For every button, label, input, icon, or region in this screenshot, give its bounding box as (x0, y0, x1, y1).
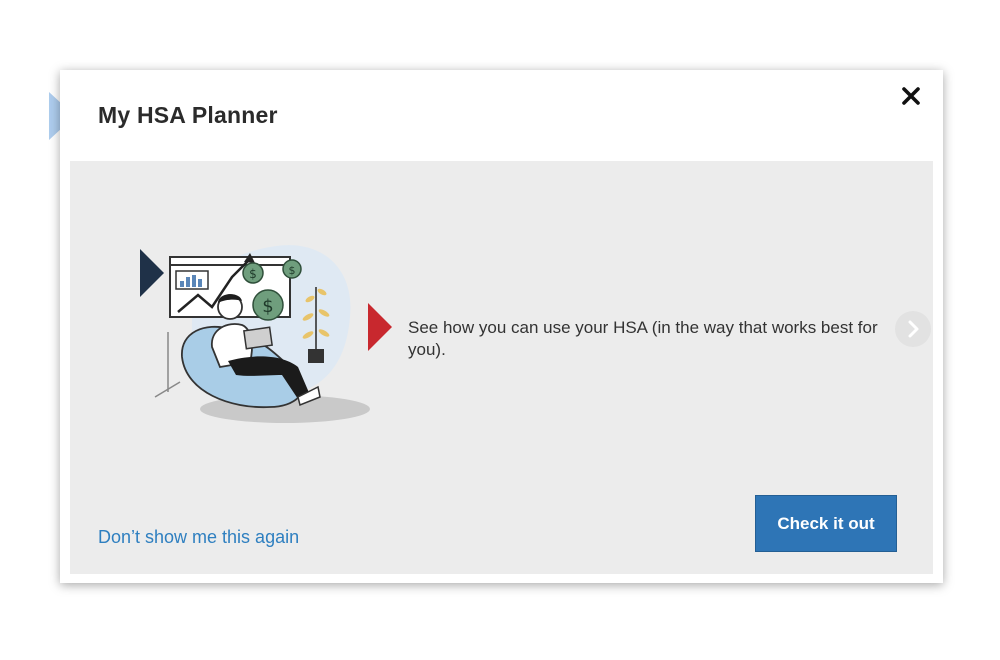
close-button[interactable] (897, 82, 925, 110)
svg-text:$: $ (249, 267, 257, 281)
chevron-right-icon (908, 320, 919, 338)
hsa-planner-dialog: My HSA Planner $ $ $ See how you can use… (60, 70, 943, 583)
carousel-slide: $ $ $ See how you can use your HSA (in t… (70, 161, 933, 574)
dont-show-again-link[interactable]: Don’t show me this again (98, 527, 299, 548)
svg-text:$: $ (262, 296, 273, 317)
svg-text:$: $ (289, 264, 296, 277)
slide-description: See how you can use your HSA (in the way… (408, 318, 878, 359)
close-icon (902, 87, 920, 105)
page-stage: My HSA Planner $ $ $ See how you can use… (0, 0, 1000, 660)
person-with-laptop-illustration: $ $ $ (154, 245, 370, 423)
description-marker-arrow (368, 303, 392, 351)
next-slide-button[interactable] (895, 311, 931, 347)
check-it-out-button[interactable]: Check it out (755, 495, 897, 552)
dialog-title: My HSA Planner (98, 102, 278, 128)
